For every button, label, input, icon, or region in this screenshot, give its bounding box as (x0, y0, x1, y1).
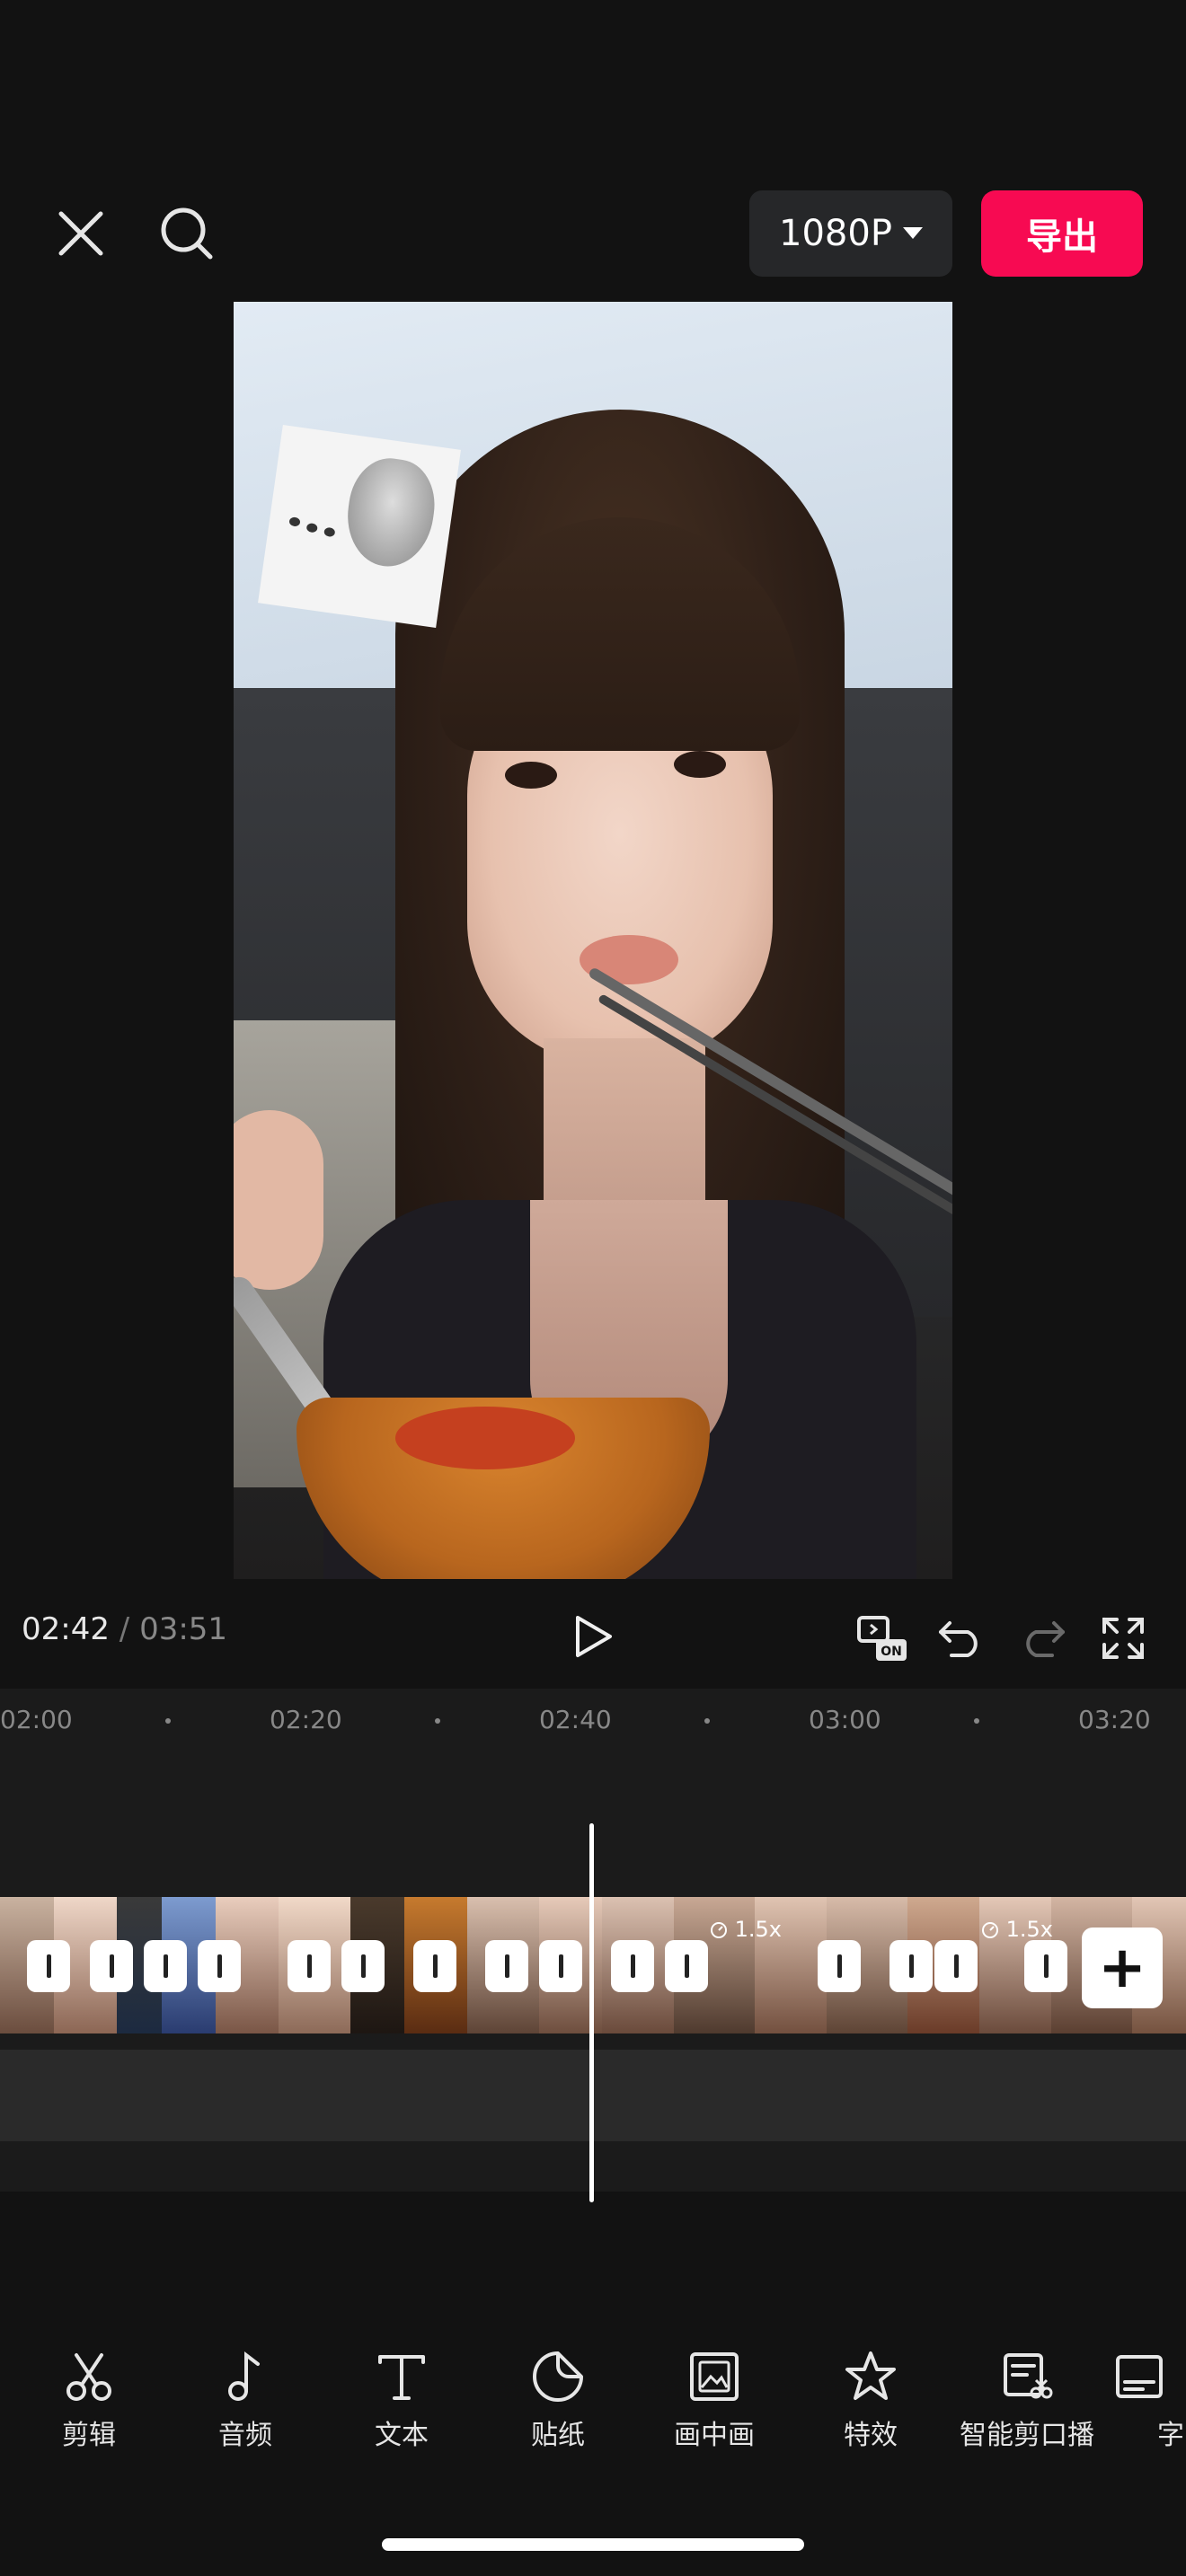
music-note-icon (228, 2351, 260, 2401)
speed-badge: 1.5x (710, 1917, 782, 1942)
tool-subtitle[interactable]: 字 (1107, 2350, 1186, 2452)
export-button[interactable]: 导出 (981, 190, 1143, 277)
keyframe-on-icon: ON (857, 1616, 907, 1661)
tool-sticker[interactable]: 贴纸 (482, 2350, 634, 2452)
ruler-tick: 02:20 (270, 1705, 342, 1734)
playhead[interactable] (589, 1823, 594, 2202)
home-indicator[interactable] (382, 2538, 804, 2551)
transition-button[interactable] (198, 1940, 241, 1992)
ruler-dot (165, 1718, 171, 1724)
sticker-icon (533, 2351, 583, 2402)
video-preview[interactable] (234, 302, 952, 1579)
search-icon (161, 207, 213, 260)
undo-icon (939, 1621, 978, 1657)
ruler-tick: 02:00 (0, 1705, 73, 1734)
transition-button[interactable] (144, 1940, 187, 1992)
close-button[interactable] (45, 198, 117, 269)
search-button[interactable] (151, 198, 223, 269)
speed-badge: 1.5x (981, 1917, 1053, 1942)
playback-time: 02:42 / 03:51 (22, 1611, 227, 1647)
tool-audio[interactable]: 音频 (169, 2350, 322, 2452)
redo-icon (1026, 1621, 1065, 1657)
plus-icon: + (1098, 1935, 1146, 2001)
tool-label: 画中画 (674, 2420, 755, 2451)
transition-button[interactable] (611, 1940, 654, 1992)
ruler-tick: 03:20 (1078, 1705, 1151, 1734)
tool-label: 剪辑 (62, 2420, 116, 2451)
ruler-dot (974, 1718, 979, 1724)
transition-button[interactable] (934, 1940, 978, 1992)
speed-icon (982, 1922, 998, 1938)
speed-icon (711, 1922, 727, 1938)
add-clip-button[interactable]: + (1082, 1928, 1163, 2008)
text-icon (378, 2355, 425, 2400)
transition-button[interactable] (288, 1940, 331, 1992)
transition-button[interactable] (818, 1940, 861, 1992)
tool-label: 字 (1157, 2420, 1184, 2451)
ruler-dot (704, 1718, 710, 1724)
transition-button[interactable] (485, 1940, 528, 1992)
speed-label: 1.5x (734, 1917, 783, 1942)
scissors-icon (66, 2353, 111, 2401)
transition-button[interactable] (27, 1940, 70, 1992)
effects-star-icon (845, 2351, 896, 2400)
fullscreen-button[interactable] (1094, 1610, 1152, 1667)
tool-label: 特效 (844, 2420, 898, 2451)
transition-button[interactable] (341, 1940, 385, 1992)
speed-label: 1.5x (1005, 1917, 1054, 1942)
tool-label: 音频 (218, 2420, 272, 2451)
keyframe-toggle-button[interactable]: ON (854, 1610, 911, 1667)
transition-button[interactable] (539, 1940, 582, 1992)
total-time: 03:51 (139, 1611, 228, 1647)
transition-button[interactable] (890, 1940, 933, 1992)
resolution-dropdown[interactable]: 1080P (749, 190, 952, 277)
tool-effects[interactable]: 特效 (794, 2350, 947, 2452)
current-time: 02:42 (22, 1611, 110, 1647)
transition-button[interactable] (1024, 1940, 1067, 1992)
picture-in-picture-icon (690, 2352, 739, 2401)
transition-button[interactable] (665, 1940, 708, 1992)
resolution-label: 1080P (779, 213, 892, 254)
tool-label: 文本 (375, 2420, 429, 2451)
subtitle-icon (1116, 2355, 1163, 2398)
ruler-dot (435, 1718, 440, 1724)
svg-text:ON: ON (881, 1645, 902, 1659)
tool-label: 智能剪口播 (960, 2420, 1094, 2451)
transition-button[interactable] (90, 1940, 133, 1992)
thinking-meme-sticker[interactable] (258, 425, 461, 628)
undo-button[interactable] (933, 1610, 990, 1667)
tool-edit[interactable]: 剪辑 (13, 2350, 165, 2452)
export-label: 导出 (1026, 216, 1098, 258)
time-separator: / (119, 1611, 130, 1647)
ruler-tick: 03:00 (809, 1705, 881, 1734)
smart-cut-icon (1004, 2353, 1053, 2399)
play-button[interactable] (564, 1608, 622, 1665)
ruler-tick: 02:40 (539, 1705, 612, 1734)
tool-text[interactable]: 文本 (325, 2350, 478, 2452)
tool-smart-cut[interactable]: 智能剪口播 (951, 2350, 1103, 2452)
tool-pip[interactable]: 画中画 (638, 2350, 791, 2452)
close-icon (58, 211, 103, 256)
tool-label: 贴纸 (531, 2420, 585, 2451)
fullscreen-icon (1102, 1618, 1144, 1659)
caret-down-icon (902, 227, 923, 239)
transition-button[interactable] (413, 1940, 456, 1992)
redo-button[interactable] (1013, 1610, 1071, 1667)
play-icon (576, 1616, 612, 1657)
